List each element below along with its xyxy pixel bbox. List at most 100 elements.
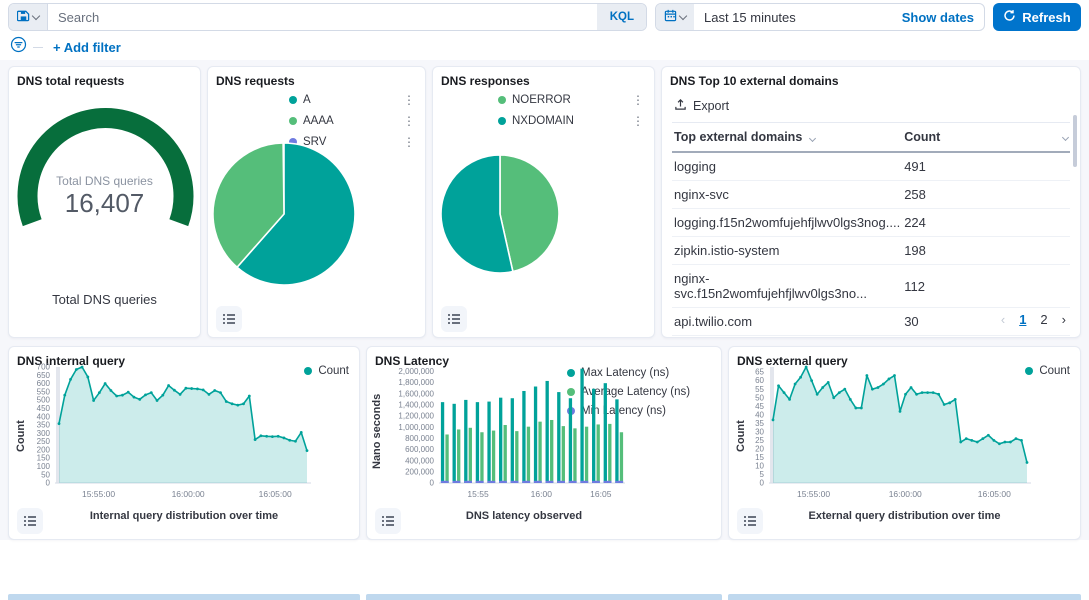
svg-text:16:00:00: 16:00:00: [889, 489, 922, 499]
legend-menu-icon[interactable]: ⋮: [630, 93, 646, 107]
table-row: logging.f15n2womfujehfjlwv0lgs3nog....22…: [672, 209, 1070, 237]
refresh-label: Refresh: [1022, 10, 1070, 25]
area-chart[interactable]: 0510152025303540455055606515:55:0016:00:…: [741, 361, 1041, 501]
legend-item[interactable]: NOERROR⋮: [498, 93, 646, 107]
count-cell: 12: [902, 336, 1070, 339]
panel-legend-toggle-button[interactable]: [216, 306, 242, 332]
svg-text:10: 10: [755, 462, 764, 471]
svg-text:400: 400: [37, 412, 51, 421]
legend-dot-icon: [289, 96, 297, 104]
svg-text:800,000: 800,000: [405, 434, 434, 443]
gauge-value: 16,407: [9, 188, 200, 219]
calendar-button[interactable]: [656, 4, 694, 30]
next-page-icon[interactable]: ›: [1062, 312, 1066, 327]
legend-menu-icon[interactable]: ⋮: [401, 135, 417, 149]
svg-text:200,000: 200,000: [405, 467, 434, 476]
add-filter-link[interactable]: + Add filter: [53, 40, 121, 55]
divider: [33, 47, 43, 48]
svg-text:65: 65: [755, 368, 764, 377]
svg-text:400,000: 400,000: [405, 456, 434, 465]
count-cell: 112: [902, 265, 1070, 308]
domain-cell: api.twilio.com: [672, 308, 902, 336]
svg-text:1,200,000: 1,200,000: [398, 412, 434, 421]
panel-title[interactable]: DNS requests: [208, 67, 425, 88]
svg-text:40: 40: [755, 410, 764, 419]
column-header-count[interactable]: Count: [902, 123, 1070, 153]
legend-item[interactable]: AAAA⋮: [289, 114, 417, 128]
refresh-icon: [1003, 9, 1016, 25]
legend-dot-icon: [498, 96, 506, 104]
export-button[interactable]: Export: [662, 88, 752, 122]
next-panel-edge: [8, 594, 360, 600]
count-cell: 198: [902, 237, 1070, 265]
legend-menu-icon[interactable]: ⋮: [630, 114, 646, 128]
export-label: Export: [693, 99, 729, 113]
list-icon: [381, 514, 395, 528]
legend-label: A: [303, 94, 311, 106]
search-bar: KQL: [8, 3, 647, 31]
svg-text:15:55:00: 15:55:00: [797, 489, 830, 499]
pie-chart[interactable]: [211, 141, 357, 287]
svg-text:450: 450: [37, 404, 51, 413]
show-dates-link[interactable]: Show dates: [892, 10, 984, 25]
legend-item[interactable]: NXDOMAIN ⋮: [498, 114, 646, 128]
svg-text:25: 25: [755, 436, 764, 445]
svg-text:200: 200: [37, 445, 51, 454]
svg-text:0: 0: [46, 479, 51, 488]
next-panel-edge: [366, 594, 722, 600]
legend-label: Count: [1039, 365, 1070, 377]
svg-text:1,000,000: 1,000,000: [398, 423, 434, 432]
legend-label: NXDOMAIN: [512, 115, 574, 127]
column-header-domains[interactable]: Top external domains: [672, 123, 902, 153]
domain-cell: zipkin.istio-system: [672, 237, 902, 265]
refresh-button[interactable]: Refresh: [993, 3, 1081, 31]
svg-text:15:55:00: 15:55:00: [82, 489, 115, 499]
saved-query-button[interactable]: [9, 4, 48, 30]
legend-item[interactable]: A⋮: [289, 93, 417, 107]
svg-text:30: 30: [755, 427, 764, 436]
svg-text:16:05:00: 16:05:00: [978, 489, 1011, 499]
panel-title[interactable]: DNS total requests: [9, 67, 200, 88]
panel-legend-toggle-button[interactable]: [441, 306, 467, 332]
svg-text:100: 100: [37, 462, 51, 471]
panel-legend-toggle-button[interactable]: [375, 508, 401, 534]
area-chart[interactable]: 0501001502002503003504004505005506006507…: [21, 361, 321, 501]
pagination: ‹ 1 2 ›: [1001, 312, 1066, 327]
svg-text:600,000: 600,000: [405, 445, 434, 454]
panel-dns-internal-query: DNS internal query Count Count 050100150…: [8, 346, 360, 540]
x-axis-title: External query distribution over time: [729, 510, 1080, 522]
list-icon: [743, 514, 757, 528]
svg-text:45: 45: [755, 402, 764, 411]
save-icon: [17, 9, 30, 25]
legend-menu-icon[interactable]: ⋮: [401, 93, 417, 107]
panel-title[interactable]: DNS responses: [433, 67, 654, 88]
page-2-button[interactable]: 2: [1040, 312, 1047, 327]
legend-menu-icon[interactable]: ⋮: [401, 114, 417, 128]
table-row: checkoutservice12: [672, 336, 1070, 339]
domain-cell: checkoutservice: [672, 336, 902, 339]
panel-dns-responses: DNS responses NOERROR⋮ NXDOMAIN ⋮: [432, 66, 655, 338]
pie-chart[interactable]: [439, 153, 561, 275]
next-panel-edge: [728, 594, 1081, 600]
svg-text:0: 0: [760, 479, 765, 488]
search-input[interactable]: [48, 4, 597, 30]
time-range-label[interactable]: Last 15 minutes: [694, 10, 892, 25]
previous-page-icon[interactable]: ‹: [1001, 312, 1005, 327]
kql-button[interactable]: KQL: [597, 4, 646, 30]
panel-dns-total-requests: DNS total requests Total DNS queries 16,…: [8, 66, 201, 338]
page-1-button[interactable]: 1: [1019, 312, 1026, 327]
bar-chart[interactable]: 0200,000400,000600,000800,0001,000,0001,…: [381, 361, 629, 501]
panel-title[interactable]: DNS Top 10 external domains: [662, 67, 1080, 88]
dashboard-grid: DNS total requests Total DNS queries 16,…: [0, 60, 1089, 540]
svg-text:60: 60: [755, 376, 764, 385]
scrollbar[interactable]: [1073, 115, 1077, 167]
count-cell: 258: [902, 181, 1070, 209]
list-icon: [222, 312, 236, 326]
list-icon: [23, 514, 37, 528]
filter-icon[interactable]: [10, 36, 27, 58]
time-picker: Last 15 minutes Show dates: [655, 3, 985, 31]
panel-legend-toggle-button[interactable]: [17, 508, 43, 534]
panel-legend-toggle-button[interactable]: [737, 508, 763, 534]
calendar-icon: [664, 9, 677, 25]
svg-text:5: 5: [760, 470, 765, 479]
